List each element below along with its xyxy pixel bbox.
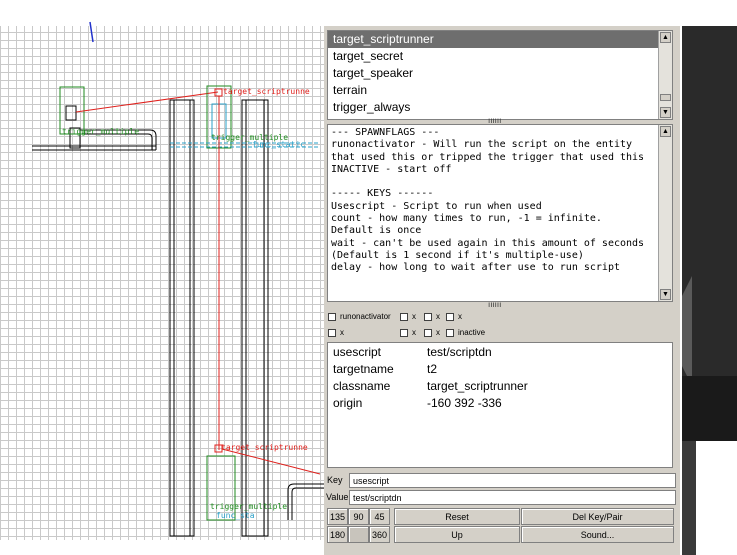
entity-class-items: target_scriptrunner target_secret target_s… (328, 31, 672, 116)
label-target-scriptrunner-bottom: target_scriptrunne (221, 443, 308, 452)
key-input[interactable]: usescript (349, 473, 676, 488)
angle-360-button[interactable]: 360 (369, 526, 390, 543)
desc-scroll-up-icon[interactable]: ▲ (660, 126, 671, 137)
angle-45-button[interactable]: 45 (369, 508, 390, 525)
label-target-scriptrunner-top: target_scriptrunne (223, 87, 310, 96)
keyvalue-row[interactable]: classname target_scriptrunner (328, 378, 672, 395)
value-label: Value (326, 492, 349, 502)
map-viewport[interactable]: trigger_multiple target_scriptrunne trig… (0, 0, 324, 555)
angle-blank-button[interactable] (348, 526, 369, 543)
checkbox-icon[interactable] (446, 328, 454, 337)
description-scrollbar[interactable]: ▲ ▼ (658, 125, 672, 301)
checkbox-icon[interactable] (328, 328, 336, 337)
checkbox-icon[interactable] (446, 312, 454, 321)
keyvalue-row[interactable]: targetname t2 (328, 361, 672, 378)
entity-class-item[interactable]: trigger_always (328, 99, 672, 116)
angle-180-button[interactable]: 180 (327, 526, 348, 543)
scroll-down-icon[interactable]: ▼ (660, 107, 671, 118)
label-func-static: func_static (252, 140, 305, 149)
entity-description[interactable]: --- SPAWNFLAGS --- runonactivator - Will… (327, 124, 673, 302)
spawnflag-row2-1[interactable]: x (328, 328, 344, 337)
spawnflag-row1-2[interactable]: x (400, 312, 416, 321)
entity-class-item[interactable]: target_scriptrunner (328, 31, 672, 48)
target-link-top (75, 91, 219, 113)
entity-class-list[interactable]: target_scriptrunner target_secret target_s… (327, 30, 673, 120)
blue-mark (89, 21, 94, 43)
del-key-pair-button[interactable]: Del Key/Pair (521, 508, 674, 525)
spawnflag-row2-3[interactable]: x (424, 328, 440, 337)
target-link-bottom (221, 448, 321, 475)
list-scroll-thumb[interactable] (660, 94, 671, 101)
label-func-bottom: func_sta (216, 511, 255, 520)
checkbox-icon[interactable] (328, 312, 336, 321)
spawnflag-row1-3[interactable]: x (424, 312, 440, 321)
desc-scroll-down-icon[interactable]: ▼ (660, 289, 671, 300)
angle-90-button[interactable]: 90 (348, 508, 369, 525)
key-label: Key (327, 475, 343, 485)
checkbox-icon[interactable] (400, 312, 408, 321)
entity-class-item[interactable]: target_secret (328, 48, 672, 65)
scroll-up-icon[interactable]: ▲ (660, 32, 671, 43)
label-trigger-multiple-left: trigger_multiple (62, 127, 140, 136)
spawnflag-row2-2[interactable]: x (400, 328, 416, 337)
description-text: --- SPAWNFLAGS --- runonactivator - Will… (331, 127, 645, 274)
spawnflag-runonactivator[interactable]: runonactivator (328, 312, 391, 321)
keyvalue-list[interactable]: usescript test/scriptdn targetname t2 clas… (327, 342, 673, 468)
entity-class-item[interactable]: target_speaker (328, 65, 672, 82)
splitter-grip-bottom[interactable]: ıııııı (488, 301, 501, 309)
value-input[interactable]: test/scriptdn (349, 490, 676, 505)
angle-135-button[interactable]: 135 (327, 508, 348, 525)
viewport-geometry (0, 21, 324, 555)
spawnflag-row1-4[interactable]: x (446, 312, 462, 321)
spawnflag-inactive[interactable]: inactive (446, 328, 485, 337)
sound-button[interactable]: Sound... (521, 526, 674, 543)
reset-button[interactable]: Reset (394, 508, 520, 525)
list-scrollbar[interactable]: ▲ ▼ (658, 31, 672, 119)
checkbox-icon[interactable] (400, 328, 408, 337)
checkbox-icon[interactable] (424, 312, 432, 321)
label-trigger-multiple-bottom: trigger_multiple (210, 502, 288, 511)
entity-class-item[interactable]: terrain (328, 82, 672, 99)
right-edge-area (680, 26, 737, 555)
checkbox-icon[interactable] (424, 328, 432, 337)
keyvalue-row[interactable]: origin -160 392 -336 (328, 395, 672, 412)
entity-panel: target_scriptrunner target_secret target_s… (324, 26, 680, 555)
keyvalue-row[interactable]: usescript test/scriptdn (328, 344, 672, 361)
up-button[interactable]: Up (394, 526, 520, 543)
